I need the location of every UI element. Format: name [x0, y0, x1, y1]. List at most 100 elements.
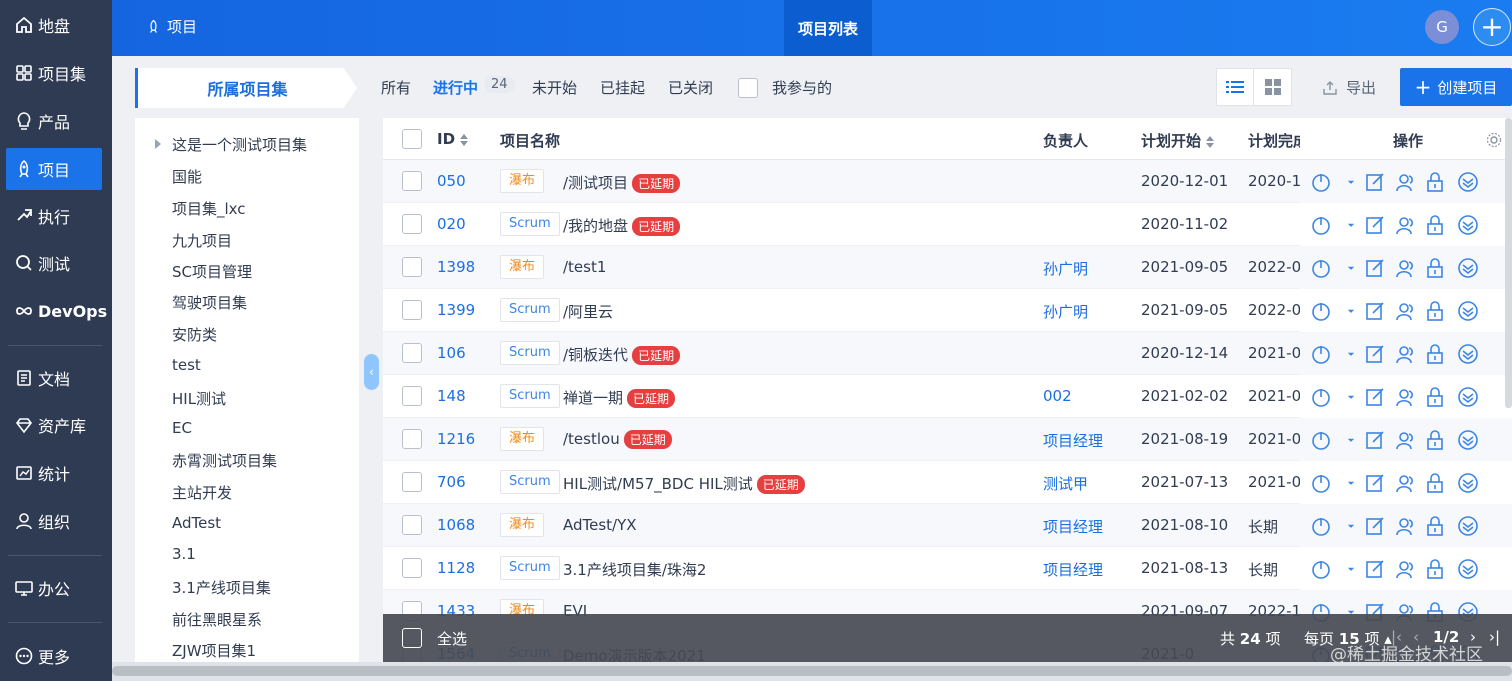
team-icon[interactable] [1394, 386, 1416, 408]
table-row[interactable]: 1399 Scrum/阿里云 孙广明 2021-09-05 2022-09 [383, 289, 1512, 332]
mine-checkbox[interactable] [738, 78, 758, 98]
sidebar-item-doc[interactable]: 文档 [6, 357, 102, 399]
sidebar-item-more[interactable]: 更多 [6, 635, 102, 677]
row-checkbox[interactable] [402, 343, 422, 363]
power-icon[interactable] [1310, 257, 1332, 279]
team-icon[interactable] [1394, 429, 1416, 451]
more-circle-icon[interactable] [1457, 429, 1479, 451]
project-set-item[interactable]: HIL测试 [172, 388, 226, 409]
project-owner[interactable]: 孙广明 [1043, 301, 1088, 322]
page-title[interactable]: 项目列表 [784, 0, 872, 56]
horizontal-scrollbar[interactable] [112, 662, 1512, 681]
edit-icon[interactable] [1364, 300, 1386, 322]
project-id-link[interactable]: 1399 [437, 301, 475, 319]
lock-icon[interactable] [1424, 515, 1446, 537]
caret-right-icon[interactable] [155, 139, 161, 149]
lock-icon[interactable] [1424, 429, 1446, 451]
more-circle-icon[interactable] [1457, 257, 1479, 279]
project-id-link[interactable]: 1068 [437, 516, 475, 534]
edit-icon[interactable] [1364, 171, 1386, 193]
caret-down-icon[interactable] [1344, 429, 1358, 451]
more-circle-icon[interactable] [1457, 558, 1479, 580]
project-set-item[interactable]: 安防类 [172, 324, 217, 345]
project-set-item[interactable]: EC [172, 419, 192, 437]
team-icon[interactable] [1394, 558, 1416, 580]
project-id-link[interactable]: 106 [437, 344, 466, 362]
project-id-link[interactable]: 020 [437, 215, 466, 233]
project-name-link[interactable]: /test1 [563, 258, 606, 276]
caret-down-icon[interactable] [1344, 558, 1358, 580]
project-name-link[interactable]: /阿里云 [563, 301, 613, 322]
column-start[interactable]: 计划开始 [1141, 130, 1215, 151]
edit-icon[interactable] [1364, 429, 1386, 451]
project-set-item[interactable]: SC项目管理 [172, 261, 252, 282]
column-id[interactable]: ID [437, 130, 469, 148]
card-view-button[interactable] [1254, 69, 1291, 105]
sidebar-item-product[interactable]: 产品 [6, 100, 102, 142]
table-row[interactable]: 1398 瀑布/test1 孙广明 2021-09-05 2022-09 [383, 246, 1512, 289]
table-row[interactable]: 106 Scrum/铜板迭代已延期 2020-12-14 2021-06 [383, 332, 1512, 375]
project-set-item[interactable]: 前往黑眼星系 [172, 609, 262, 630]
project-id-link[interactable]: 050 [437, 172, 466, 190]
project-owner[interactable]: 项目经理 [1043, 430, 1103, 451]
project-name-link[interactable]: HIL测试/M57_BDC HIL测试 已延期 [563, 473, 805, 494]
filter-suspended[interactable]: 已挂起 [600, 77, 645, 98]
caret-down-icon[interactable] [1344, 386, 1358, 408]
project-id-link[interactable]: 1128 [437, 559, 475, 577]
sidebar-item-program[interactable]: 项目集 [6, 52, 102, 94]
project-name-link[interactable]: /testlou 已延期 [563, 430, 672, 449]
lock-icon[interactable] [1424, 171, 1446, 193]
header-select-all-checkbox[interactable] [402, 129, 422, 149]
edit-icon[interactable] [1364, 515, 1386, 537]
table-row[interactable]: 020 Scrum/我的地盘 已延期 2020-11-02 [383, 203, 1512, 246]
edit-icon[interactable] [1364, 257, 1386, 279]
power-icon[interactable] [1310, 558, 1332, 580]
edit-icon[interactable] [1364, 558, 1386, 580]
more-circle-icon[interactable] [1457, 343, 1479, 365]
power-icon[interactable] [1310, 386, 1332, 408]
project-set-item[interactable]: 3.1 [172, 545, 196, 563]
row-checkbox[interactable] [402, 429, 422, 449]
column-owner[interactable]: 负责人 [1043, 130, 1088, 151]
row-checkbox[interactable] [402, 558, 422, 578]
project-id-link[interactable]: 706 [437, 473, 466, 491]
team-icon[interactable] [1394, 472, 1416, 494]
filter-in-progress[interactable]: 进行中 [433, 77, 478, 98]
filter-not-started[interactable]: 未开始 [532, 77, 577, 98]
more-circle-icon[interactable] [1457, 515, 1479, 537]
horizontal-scrollbar-thumb[interactable] [112, 666, 1512, 676]
sidebar-item-stats[interactable]: 统计 [6, 452, 102, 494]
caret-down-icon[interactable] [1344, 515, 1358, 537]
project-set-item[interactable]: AdTest [172, 514, 221, 532]
project-set-item[interactable]: 国能 [172, 166, 202, 187]
caret-down-icon[interactable] [1344, 300, 1358, 322]
project-owner[interactable]: 孙广明 [1043, 258, 1088, 279]
more-circle-icon[interactable] [1457, 171, 1479, 193]
sidebar-item-assets[interactable]: 资产库 [6, 404, 102, 446]
caret-down-icon[interactable] [1344, 257, 1358, 279]
project-name-link[interactable]: 3.1产线项目集/珠海2 [563, 559, 706, 580]
lock-icon[interactable] [1424, 257, 1446, 279]
lock-icon[interactable] [1424, 558, 1446, 580]
sidebar-item-dashboard[interactable]: 地盘 [6, 4, 102, 46]
edit-icon[interactable] [1364, 472, 1386, 494]
project-set-item[interactable]: ZJW项目集1 [172, 640, 256, 661]
more-circle-icon[interactable] [1457, 386, 1479, 408]
breadcrumb[interactable]: 项目 [146, 16, 197, 37]
team-icon[interactable] [1394, 515, 1416, 537]
project-name-link[interactable]: /测试项目 已延期 [563, 172, 681, 193]
sidebar-item-test[interactable]: 测试 [6, 242, 102, 284]
project-id-link[interactable]: 148 [437, 387, 466, 405]
project-owner[interactable]: 项目经理 [1043, 516, 1103, 537]
project-set-item[interactable]: 驾驶项目集 [172, 292, 247, 313]
power-icon[interactable] [1310, 300, 1332, 322]
team-icon[interactable] [1394, 171, 1416, 193]
sidebar-item-devops[interactable]: DevOps [6, 290, 107, 332]
project-set-title[interactable]: 所属项目集 [135, 68, 357, 108]
row-checkbox[interactable] [402, 472, 422, 492]
project-owner[interactable]: 测试甲 [1043, 473, 1088, 494]
lock-icon[interactable] [1424, 472, 1446, 494]
team-icon[interactable] [1394, 257, 1416, 279]
caret-down-icon[interactable] [1344, 214, 1358, 236]
caret-down-icon[interactable] [1344, 171, 1358, 193]
